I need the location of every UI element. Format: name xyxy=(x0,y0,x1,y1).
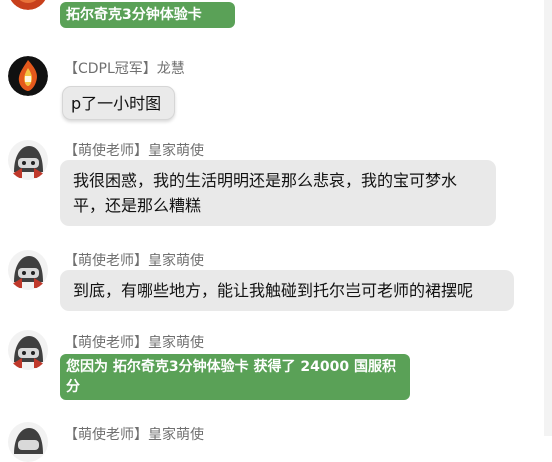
chat-scrollbar[interactable] xyxy=(544,0,552,436)
message-bubble: p了一小时图 xyxy=(62,86,175,120)
sender-name[interactable]: 【萌使老师】皇家萌使 xyxy=(64,140,204,160)
sender-name[interactable]: 【萌使老师】皇家萌使 xyxy=(64,250,204,270)
points-award-bubble: 您因为 拓尔奇克3分钟体验卡 获得了 24000 国服积分 xyxy=(60,354,410,400)
sender-name[interactable]: 【CDPL冠军】龙慧 xyxy=(64,58,185,78)
sender-name[interactable]: 【萌使老师】皇家萌使 xyxy=(64,424,204,444)
helmet-avatar-icon[interactable] xyxy=(8,422,48,462)
fire-emblem-avatar-icon[interactable] xyxy=(8,56,48,96)
message-bubble: 到底，有哪些地方，能让我触碰到托尔岂可老师的裙摆呢 xyxy=(60,270,514,311)
points-card-bubble: 拓尔奇克3分钟体验卡 xyxy=(60,2,235,28)
helmet-avatar-icon[interactable] xyxy=(8,330,48,370)
red-avatar-icon[interactable] xyxy=(8,0,48,10)
helmet-avatar-icon[interactable] xyxy=(8,250,48,290)
message-bubble: 我很困惑，我的生活明明还是那么悲哀，我的宝可梦水平，还是那么糟糕 xyxy=(60,160,496,226)
helmet-avatar-icon[interactable] xyxy=(8,140,48,180)
sender-name[interactable]: 【萌使老师】皇家萌使 xyxy=(64,332,204,352)
